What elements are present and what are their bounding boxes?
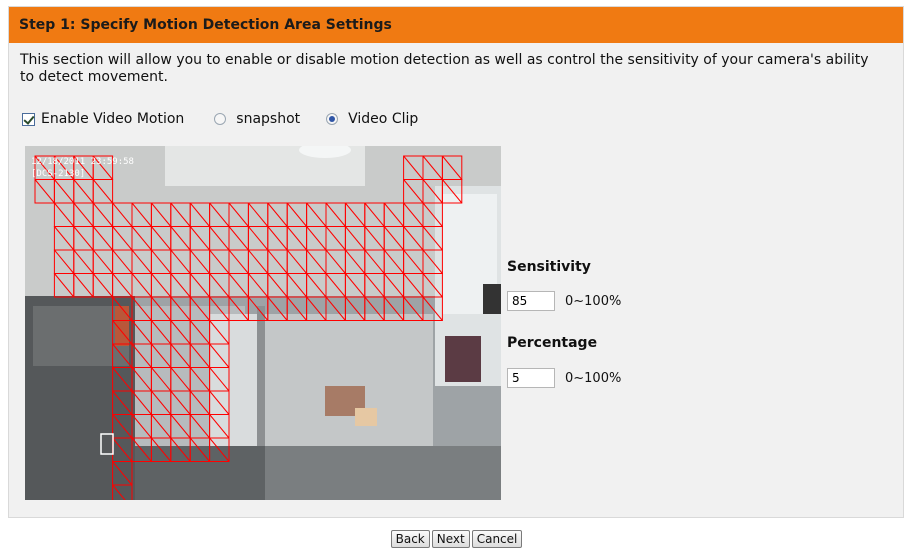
percentage-group: Percentage xyxy=(507,335,597,351)
panel-title: Step 1: Specify Motion Detection Area Se… xyxy=(19,17,392,33)
enable-video-motion-label: Enable Video Motion xyxy=(41,111,185,127)
percentage-range: 0~100% xyxy=(565,370,622,386)
sensitivity-label: Sensitivity xyxy=(507,259,591,275)
camera-video-preview[interactable]: 12/18/2011 23:59:58 [DCS-2130] xyxy=(25,146,501,500)
video-clip-radio[interactable] xyxy=(326,113,339,125)
sensitivity-row: 0~100% xyxy=(507,291,621,311)
motion-options: Enable Video Motion snapshot Video Clip xyxy=(22,111,418,127)
snapshot-label: snapshot xyxy=(236,111,301,127)
next-button[interactable]: Next xyxy=(431,530,470,548)
video-camera-label: [DCS-2130] xyxy=(31,169,85,179)
percentage-label: Percentage xyxy=(507,335,598,351)
video-timestamp: 12/18/2011 23:59:58 xyxy=(31,157,134,167)
sensitivity-group: Sensitivity xyxy=(507,259,591,275)
sensitivity-input[interactable] xyxy=(507,291,555,311)
percentage-row: 0~100% xyxy=(507,368,621,388)
percentage-input[interactable] xyxy=(507,368,555,388)
wizard-buttons: Back Next Cancel xyxy=(0,530,913,548)
sensitivity-range: 0~100% xyxy=(565,293,622,309)
back-button[interactable]: Back xyxy=(390,530,430,548)
enable-video-motion-checkbox[interactable] xyxy=(22,112,35,126)
cancel-button[interactable]: Cancel xyxy=(471,530,523,548)
video-clip-label: Video Clip xyxy=(348,111,419,127)
snapshot-radio[interactable] xyxy=(214,113,227,125)
section-description: This section will allow you to enable or… xyxy=(20,52,869,85)
panel-header: Step 1: Specify Motion Detection Area Se… xyxy=(9,7,903,43)
